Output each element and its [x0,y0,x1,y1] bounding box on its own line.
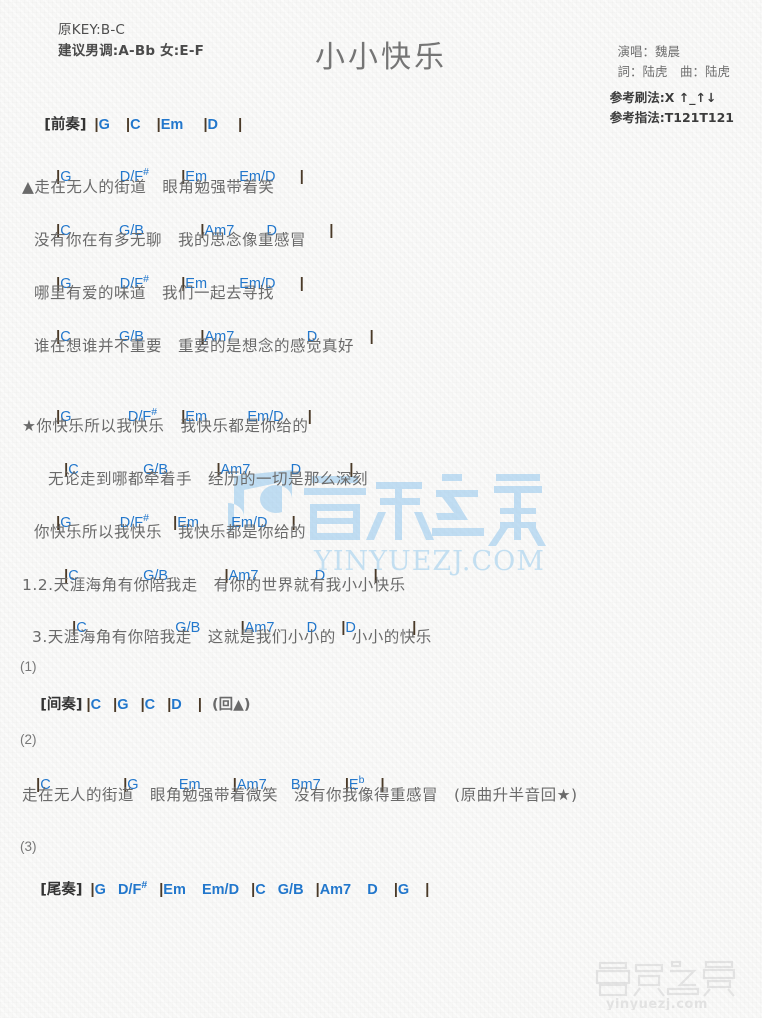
outro-line: [尾奏] |G D/F# |Em Em/D |C G/B |Am7 D |G | [40,880,430,898]
chorus-lyric-1: ★你快乐所以我快乐 我快乐都是你给的 [22,417,309,435]
strum-pattern: 参考刷法:X ↑_↑↓ [609,90,717,105]
outro-number: (3) [20,839,37,854]
chord-sheet: 原KEY:B-C 建议男调:A-Bb 女:E-F 小小快乐 演唱：魏晨 詞：陆虎… [0,0,762,1018]
singer-label: 演唱：魏晨 [617,44,680,59]
bridge-note: (原曲升半音回★) [454,786,578,804]
intro-tag: [前奏] [44,117,87,133]
fingering-pattern: 参考指法:T121T121 [609,110,734,125]
verse1-lyric-3: 哪里有爱的味道 我们一起去寻找 [34,284,275,302]
play-info-block: 参考刷法:X ↑_↑↓ 参考指法:T121T121 [610,88,734,128]
verse1-lyric-1: ▲走在无人的街道 眼角勉强带着笑 [22,178,275,196]
intro-line: [前奏] |G |C |Em |D | [44,117,243,133]
bridge-lyric-text: 走在无人的街道 眼角勉强带着微笑 没有你我像得重感冒 [22,786,455,804]
interlude-tag: [间奏] [40,697,83,713]
chorus-lyric-5: 3.天涯海角有你陪我走 这就是我们小小的 小小的快乐 [32,628,432,646]
interlude-number: (1) [20,659,37,674]
chorus-lyric-2: 无论走到哪都牵着手 经历的一切是那么深刻 [48,470,369,488]
chorus-lyric-3: 你快乐所以我快乐 我快乐都是你给的 [34,523,307,541]
credits-block: 演唱：魏晨 詞：陆虎 曲：陆虎 [617,42,730,82]
bridge-number: (2) [20,732,37,747]
verse1-lyric-2: 没有你在有多无聊 我的思念像重感冒 [34,231,307,249]
chorus-lyric-4: 1.2.天涯海角有你陪我走 有你的世界就有我小小快乐 [22,576,406,594]
interlude-line: [间奏] |C |G |C |D | (回▲) [40,697,251,713]
outro-tag: [尾奏] [40,882,83,898]
bridge-lyric: 走在无人的街道 眼角勉强带着微笑 没有你我像得重感冒 (原曲升半音回★) [22,786,578,804]
verse1-lyric-4: 谁在想谁并不重要 重要的是想念的感觉真好 [34,337,355,355]
writer-label: 詞：陆虎 曲：陆虎 [617,64,730,79]
